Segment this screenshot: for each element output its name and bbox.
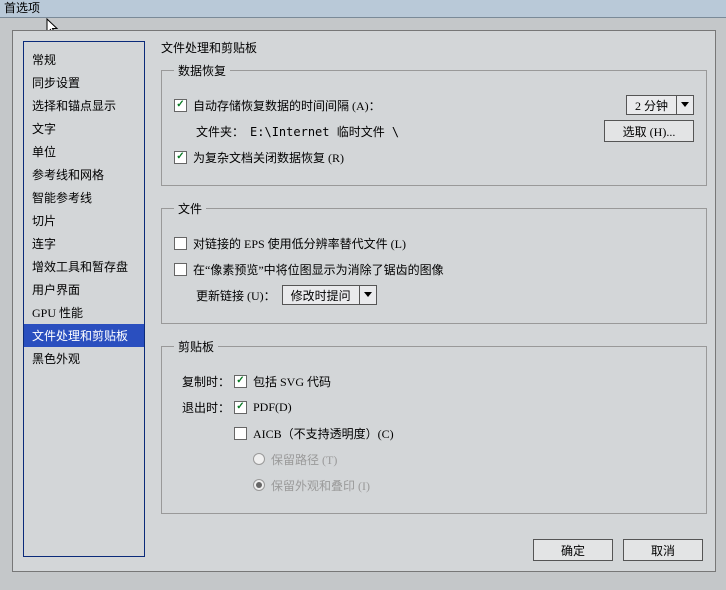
- sidebar-item-smart-guides[interactable]: 智能参考线: [24, 186, 144, 209]
- title-text: 首选项: [4, 1, 40, 15]
- clipboard-legend: 剪贴板: [174, 338, 218, 355]
- pixel-preview-checkbox[interactable]: [174, 263, 187, 276]
- content-pane: 文件处理和剪贴板 数据恢复 自动存储恢复数据的时间间隔 (A)： 2 分钟 文件…: [161, 39, 707, 559]
- sidebar-item-file-clipboard[interactable]: 文件处理和剪贴板: [24, 324, 144, 347]
- sidebar-item-guides-grid[interactable]: 参考线和网格: [24, 163, 144, 186]
- sidebar-item-gpu[interactable]: GPU 性能: [24, 301, 144, 324]
- sidebar-item-sync[interactable]: 同步设置: [24, 71, 144, 94]
- update-links-select[interactable]: 修改时提问: [282, 285, 377, 305]
- sidebar-item-ui[interactable]: 用户界面: [24, 278, 144, 301]
- complex-doc-label: 为复杂文档关闭数据恢复 (R): [193, 149, 344, 166]
- files-group: 文件 对链接的 EPS 使用低分辨率替代文件 (L) 在“像素预览”中将位图显示…: [161, 200, 707, 324]
- linked-eps-checkbox[interactable]: [174, 237, 187, 250]
- aicb-label: AICB（不支持透明度）(C): [253, 425, 394, 442]
- sidebar-item-type[interactable]: 文字: [24, 117, 144, 140]
- sidebar-item-plugins-scratch[interactable]: 增效工具和暂存盘: [24, 255, 144, 278]
- titlebar: 首选项: [0, 0, 726, 18]
- sidebar: 常规 同步设置 选择和锚点显示 文字 单位 参考线和网格 智能参考线 切片 连字…: [23, 41, 145, 557]
- pdf-checkbox[interactable]: [234, 401, 247, 414]
- chevron-down-icon: [677, 96, 693, 114]
- recovery-legend: 数据恢复: [174, 62, 230, 79]
- auto-save-checkbox[interactable]: [174, 99, 187, 112]
- update-links-label: 更新链接 (U)：: [196, 287, 276, 304]
- sidebar-item-black-appearance[interactable]: 黑色外观: [24, 347, 144, 370]
- dialog-footer: 确定 取消: [533, 539, 703, 561]
- sidebar-item-hyphenation[interactable]: 连字: [24, 232, 144, 255]
- linked-eps-label: 对链接的 EPS 使用低分辨率替代文件 (L): [193, 235, 406, 252]
- aicb-checkbox[interactable]: [234, 427, 247, 440]
- clipboard-group: 剪贴板 复制时： 包括 SVG 代码 退出时： PDF(D) AICB（不支持透…: [161, 338, 707, 514]
- folder-label: 文件夹：: [196, 123, 244, 140]
- quit-label: 退出时：: [174, 399, 230, 416]
- interval-select[interactable]: 2 分钟: [626, 95, 694, 115]
- recovery-group: 数据恢复 自动存储恢复数据的时间间隔 (A)： 2 分钟 文件夹： E:\Int…: [161, 62, 707, 186]
- folder-value: E:\Internet 临时文件 \: [250, 123, 399, 140]
- sidebar-item-selection-anchor[interactable]: 选择和锚点显示: [24, 94, 144, 117]
- include-svg-label: 包括 SVG 代码: [253, 373, 331, 390]
- pixel-preview-label: 在“像素预览”中将位图显示为消除了锯齿的图像: [193, 261, 444, 278]
- keep-appearance-radio: [253, 479, 265, 491]
- ok-button[interactable]: 确定: [533, 539, 613, 561]
- sidebar-item-general[interactable]: 常规: [24, 48, 144, 71]
- copy-label: 复制时：: [174, 373, 230, 390]
- choose-folder-button[interactable]: 选取 (H)...: [604, 120, 694, 142]
- sidebar-item-slices[interactable]: 切片: [24, 209, 144, 232]
- chevron-down-icon: [360, 286, 376, 304]
- update-links-value: 修改时提问: [283, 286, 360, 304]
- auto-save-label: 自动存储恢复数据的时间间隔 (A)：: [193, 97, 381, 114]
- cancel-button[interactable]: 取消: [623, 539, 703, 561]
- sidebar-item-units[interactable]: 单位: [24, 140, 144, 163]
- include-svg-checkbox[interactable]: [234, 375, 247, 388]
- files-legend: 文件: [174, 200, 206, 217]
- keep-path-label: 保留路径 (T): [271, 451, 337, 468]
- pdf-label: PDF(D): [253, 400, 292, 415]
- interval-value: 2 分钟: [627, 96, 677, 114]
- complex-doc-checkbox[interactable]: [174, 151, 187, 164]
- dialog-window: 常规 同步设置 选择和锚点显示 文字 单位 参考线和网格 智能参考线 切片 连字…: [12, 30, 716, 572]
- keep-path-radio: [253, 453, 265, 465]
- keep-appearance-label: 保留外观和叠印 (I): [271, 477, 370, 494]
- page-title: 文件处理和剪贴板: [161, 39, 707, 56]
